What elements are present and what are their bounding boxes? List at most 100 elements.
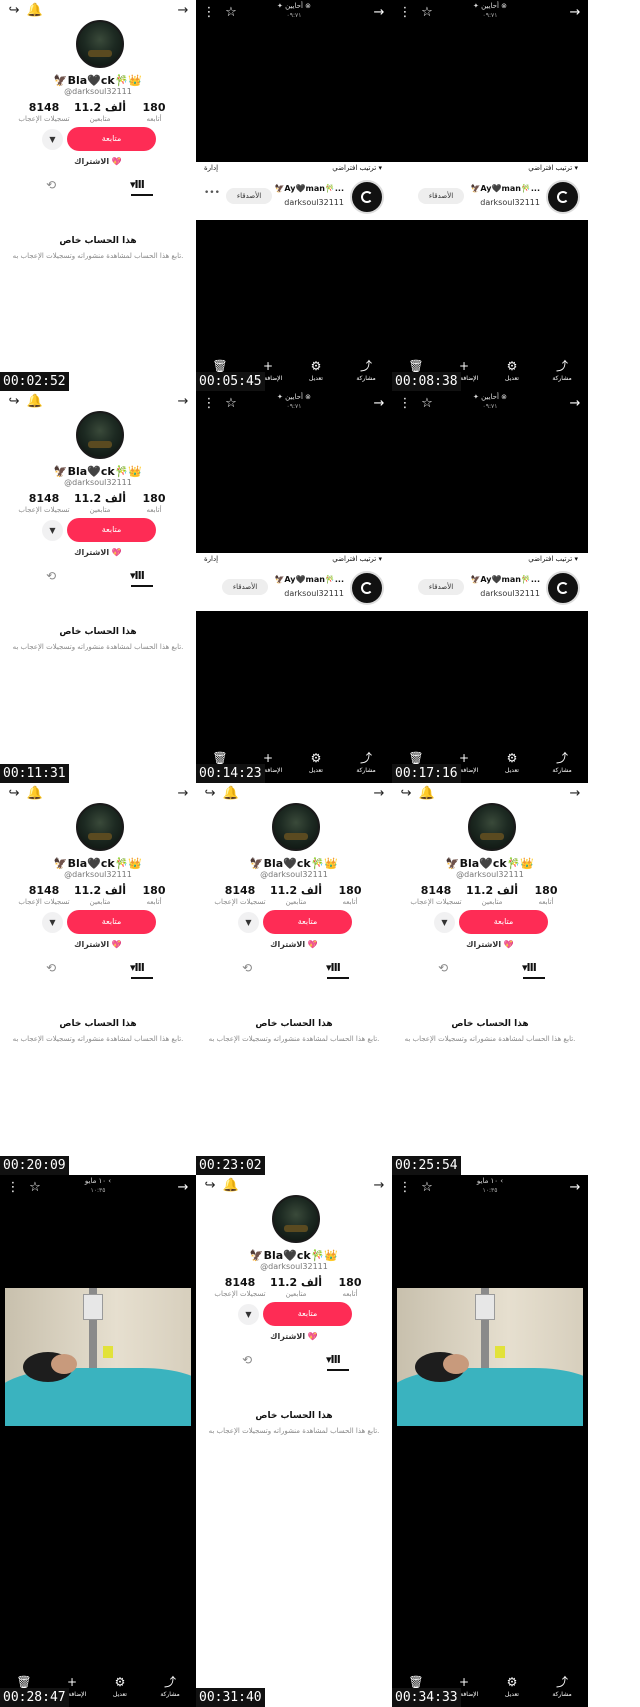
follow-button[interactable]: متابعة xyxy=(67,127,156,151)
subscribe-link[interactable]: الاشتراك 💖 xyxy=(0,940,196,949)
share-icon[interactable]: ↪ xyxy=(5,391,23,413)
stat-followers[interactable]: 11.2 ألف متابعين xyxy=(266,1276,326,1298)
sort-dropdown[interactable]: ترتيب افتراضي ▾ xyxy=(528,555,578,563)
bell-icon[interactable]: 🔔 xyxy=(26,391,44,413)
chevron-down-icon[interactable]: ▼ xyxy=(42,520,63,541)
repost-icon[interactable]: ⟲ xyxy=(242,1353,252,1367)
bell-icon[interactable]: 🔔 xyxy=(418,783,436,805)
delete-button[interactable]: 🗑 xyxy=(396,359,436,373)
arrow-right-icon[interactable]: → xyxy=(370,391,388,417)
stat-likes[interactable]: 8148 تسجيلات الإعجاب xyxy=(210,1276,270,1298)
avatar[interactable] xyxy=(468,803,516,851)
repost-icon[interactable]: ⟲ xyxy=(438,961,448,975)
subscribe-link[interactable]: الاشتراك 💖 xyxy=(0,157,196,166)
bell-icon[interactable]: 🔔 xyxy=(222,783,240,805)
subscribe-link[interactable]: الاشتراك 💖 xyxy=(196,1332,392,1341)
share-button[interactable]: ⤴ مشاركة xyxy=(542,359,582,382)
share-button[interactable]: ⤴ مشاركة xyxy=(542,1675,582,1698)
chevron-down-icon[interactable]: ▼ xyxy=(238,912,259,933)
avatar[interactable] xyxy=(546,571,580,605)
share-icon[interactable]: ↪ xyxy=(5,783,23,805)
subscribe-link[interactable]: الاشتراك 💖 xyxy=(0,548,196,557)
sort-dropdown[interactable]: ترتيب افتراضي ▾ xyxy=(332,164,382,172)
grid-tab-icon[interactable]: ▾III xyxy=(326,961,341,974)
delete-button[interactable]: 🗑 xyxy=(200,359,240,373)
delete-button[interactable]: 🗑 xyxy=(200,751,240,765)
share-button[interactable]: ⤴ مشاركة xyxy=(346,751,386,774)
avatar[interactable] xyxy=(76,411,124,459)
stat-followers[interactable]: 11.2 ألف متابعين xyxy=(462,884,522,906)
stat-likes[interactable]: 8148 تسجيلات الإعجاب xyxy=(14,884,74,906)
more-icon[interactable]: ••• xyxy=(204,188,220,198)
grid-tab-icon[interactable]: ▾III xyxy=(130,961,145,974)
share-icon[interactable]: ↪ xyxy=(5,0,23,22)
share-icon[interactable]: ↪ xyxy=(397,783,415,805)
chevron-down-icon[interactable]: ▼ xyxy=(42,129,63,150)
video-thumbnail[interactable] xyxy=(5,1288,191,1426)
edit-button[interactable]: ⚙ تعديل xyxy=(492,1675,532,1698)
share-button[interactable]: ⤴ مشاركة xyxy=(346,359,386,382)
friends-button[interactable]: الأصدقاء xyxy=(418,188,464,204)
share-icon[interactable]: ↪ xyxy=(201,1175,219,1197)
sort-dropdown[interactable]: ترتيب افتراضي ▾ xyxy=(332,555,382,563)
stat-followers[interactable]: 11.2 ألف متابعين xyxy=(70,101,130,123)
grid-tab-icon[interactable]: ▾III xyxy=(522,961,537,974)
bell-icon[interactable]: 🔔 xyxy=(26,783,44,805)
follow-button[interactable]: متابعة xyxy=(263,1302,352,1326)
repost-icon[interactable]: ⟲ xyxy=(46,961,56,975)
follow-button[interactable]: متابعة xyxy=(67,518,156,542)
arrow-right-icon[interactable]: → xyxy=(370,783,388,805)
avatar[interactable] xyxy=(272,1195,320,1243)
avatar[interactable] xyxy=(76,20,124,68)
stat-likes[interactable]: 8148 تسجيلات الإعجاب xyxy=(210,884,270,906)
bell-icon[interactable]: 🔔 xyxy=(26,0,44,22)
avatar[interactable] xyxy=(272,803,320,851)
stat-likes[interactable]: 8148 تسجيلات الإعجاب xyxy=(406,884,466,906)
video-thumbnail[interactable] xyxy=(397,1288,583,1426)
delete-button[interactable]: 🗑 xyxy=(396,751,436,765)
stat-followers[interactable]: 11.2 ألف متابعين xyxy=(70,492,130,514)
stat-likes[interactable]: 8148 تسجيلات الإعجاب xyxy=(14,101,74,123)
bell-icon[interactable]: 🔔 xyxy=(222,1175,240,1197)
delete-button[interactable]: 🗑 xyxy=(396,1675,436,1689)
stat-followers[interactable]: 11.2 ألف متابعين xyxy=(266,884,326,906)
avatar[interactable] xyxy=(546,180,580,214)
stat-following[interactable]: 180 أتابعه xyxy=(320,884,380,906)
chevron-down-icon[interactable]: ▼ xyxy=(434,912,455,933)
stat-following[interactable]: 180 أتابعه xyxy=(124,884,184,906)
edit-button[interactable]: ⚙ تعديل xyxy=(492,359,532,382)
share-button[interactable]: ⤴ مشاركة xyxy=(150,1675,190,1698)
edit-button[interactable]: ⚙ تعديل xyxy=(100,1675,140,1698)
delete-button[interactable]: 🗑 xyxy=(4,1675,44,1689)
avatar[interactable] xyxy=(350,571,384,605)
share-icon[interactable]: ↪ xyxy=(201,783,219,805)
arrow-right-icon[interactable]: → xyxy=(566,391,584,417)
subscribe-link[interactable]: الاشتراك 💖 xyxy=(196,940,392,949)
arrow-right-icon[interactable]: → xyxy=(174,0,192,22)
share-button[interactable]: ⤴ مشاركة xyxy=(542,751,582,774)
arrow-right-icon[interactable]: → xyxy=(370,1175,388,1197)
manage-link[interactable]: إدارة xyxy=(204,555,218,563)
arrow-right-icon[interactable]: → xyxy=(566,1175,584,1201)
repost-icon[interactable]: ⟲ xyxy=(46,569,56,583)
stat-following[interactable]: 180 أتابعه xyxy=(320,1276,380,1298)
friends-button[interactable]: الأصدقاء xyxy=(226,188,272,204)
edit-button[interactable]: ⚙ تعديل xyxy=(492,751,532,774)
stat-following[interactable]: 180 أتابعه xyxy=(124,101,184,123)
arrow-right-icon[interactable]: → xyxy=(370,0,388,26)
follow-button[interactable]: متابعة xyxy=(459,910,548,934)
grid-tab-icon[interactable]: ▾III xyxy=(130,178,145,191)
arrow-right-icon[interactable]: → xyxy=(566,783,584,805)
grid-tab-icon[interactable]: ▾III xyxy=(130,569,145,582)
arrow-right-icon[interactable]: → xyxy=(566,0,584,26)
arrow-right-icon[interactable]: → xyxy=(174,783,192,805)
follow-button[interactable]: متابعة xyxy=(67,910,156,934)
grid-tab-icon[interactable]: ▾III xyxy=(326,1353,341,1366)
follow-button[interactable]: متابعة xyxy=(263,910,352,934)
repost-icon[interactable]: ⟲ xyxy=(46,178,56,192)
manage-link[interactable]: إدارة xyxy=(204,164,218,172)
chevron-down-icon[interactable]: ▼ xyxy=(42,912,63,933)
arrow-right-icon[interactable]: → xyxy=(174,1175,192,1201)
stat-following[interactable]: 180 أتابعه xyxy=(124,492,184,514)
stat-followers[interactable]: 11.2 ألف متابعين xyxy=(70,884,130,906)
